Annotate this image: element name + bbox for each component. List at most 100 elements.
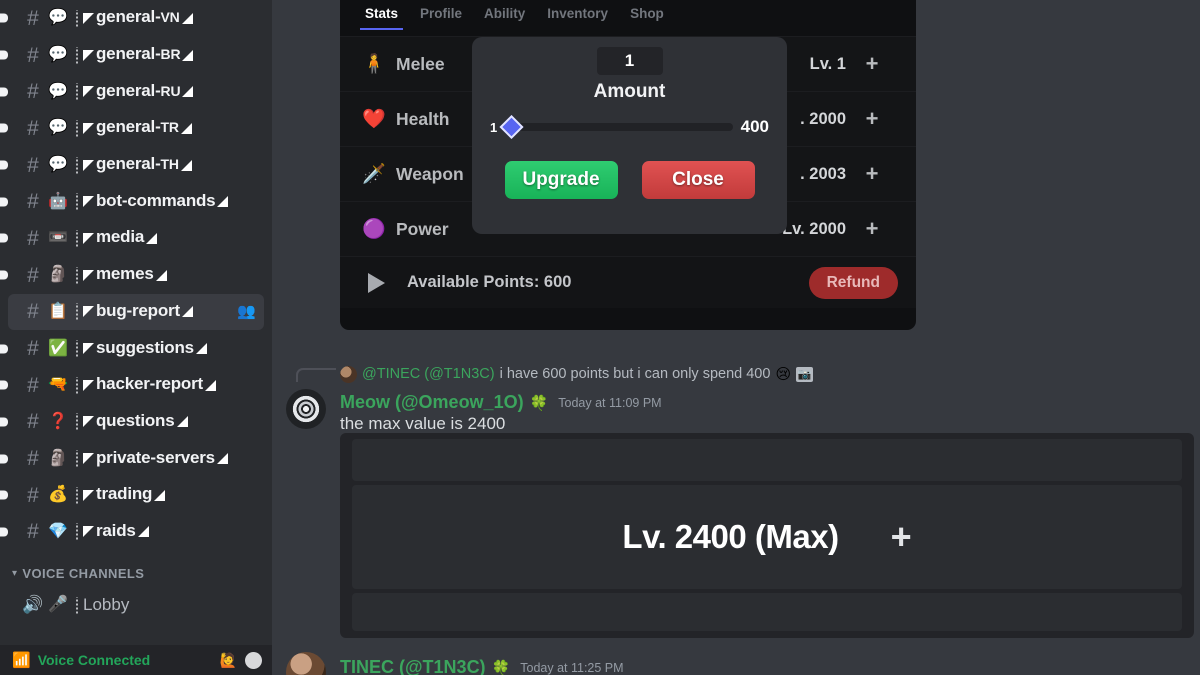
sidebar-item-label: trading: [83, 484, 166, 505]
flag-left-icon: [83, 196, 94, 208]
upgrade-button[interactable]: Upgrade: [504, 161, 618, 199]
message-body: the max value is 2400: [340, 414, 506, 433]
unread-indicator-icon: [0, 233, 8, 243]
sidebar-item-trading[interactable]: # 💰 trading: [0, 477, 272, 514]
sidebar-item-label: general-RU: [83, 81, 194, 102]
disconnect-icon[interactable]: 🙋: [220, 652, 237, 669]
game-stats-card: Stats Profile Ability Inventory Shop 🧍 Melee L…: [340, 0, 916, 330]
flag-left-icon: [83, 526, 94, 538]
sidebar-item-general-th[interactable]: # 💬 general-TH: [0, 147, 272, 184]
message-username[interactable]: Meow (@Omeow_1O): [340, 392, 524, 413]
sidebar-item-media[interactable]: # 📼 media: [0, 220, 272, 257]
user-avatar-small[interactable]: [245, 651, 262, 669]
stat-name: Weapon: [396, 163, 464, 184]
flag-right-icon: [180, 122, 192, 134]
voice-channels-header[interactable]: ▾ VOICE CHANNELS: [0, 550, 272, 587]
sidebar-item-general-ru[interactable]: # 💬 general-RU: [0, 73, 272, 110]
channel-emoji-icon: 💬: [48, 46, 68, 64]
hash-icon: #: [27, 153, 39, 177]
flag-left-icon: [83, 12, 94, 24]
close-button[interactable]: Close: [641, 161, 755, 199]
slider-max-label: 400: [740, 117, 769, 136]
dot-separator-icon: [72, 193, 81, 211]
reply-spine: [296, 368, 336, 382]
voice-channel-label: Lobby: [83, 595, 130, 615]
tab-profile[interactable]: Profile: [409, 0, 473, 30]
dot-separator-icon: [72, 9, 81, 27]
tab-ability[interactable]: Ability: [473, 0, 536, 30]
sidebar-item-hacker-report[interactable]: # 🔫 hacker-report: [0, 367, 272, 404]
sidebar-item-questions[interactable]: # ❓ questions: [0, 404, 272, 441]
hash-icon: #: [27, 6, 39, 30]
sidebar-item-memes[interactable]: # 🗿 memes: [0, 257, 272, 294]
stat-increase-button[interactable]: +: [846, 161, 898, 187]
slider-knob[interactable]: [499, 114, 524, 140]
unread-indicator-icon: [0, 13, 8, 23]
hash-icon: #: [27, 116, 39, 140]
sidebar-item-label: questions: [83, 411, 188, 432]
sidebar-item-raids[interactable]: # 💎 raids: [0, 514, 272, 551]
sidebar-item-private-servers[interactable]: # 🗿 private-servers: [0, 440, 272, 477]
voice-connected-bar: 📶 Voice Connected 🙋: [0, 645, 272, 675]
stat-level: . 2003: [800, 164, 846, 183]
sidebar-item-label: general-BR: [83, 44, 194, 65]
sidebar-item-bug-report[interactable]: # 📋 bug-report 👥: [8, 293, 264, 331]
stat-level: . 2000: [800, 109, 846, 128]
chevron-down-icon: ▾: [12, 568, 18, 580]
dot-separator-icon: [72, 596, 81, 614]
unread-indicator-icon: [0, 87, 8, 97]
flag-left-icon: [83, 453, 94, 465]
available-points-label: Available Points: 600: [407, 273, 572, 291]
tab-stats[interactable]: Stats: [354, 0, 409, 30]
channel-list: # 💬 general-VN # 💬 general-BR # 💬 general-RU # 💬 ge…: [0, 0, 272, 550]
tab-inventory[interactable]: Inventory: [536, 0, 619, 30]
voice-channel-lobby[interactable]: 🔊 🎤 Lobby: [0, 587, 272, 623]
avatar[interactable]: [286, 389, 326, 429]
dot-separator-icon: [72, 486, 81, 504]
flag-left-icon: [83, 232, 94, 244]
sidebar-item-bot-commands[interactable]: # 🤖 bot-commands: [0, 183, 272, 220]
add-members-icon[interactable]: 👥: [237, 304, 256, 319]
sidebar-item-general-vn[interactable]: # 💬 general-VN: [0, 0, 272, 37]
channel-emoji-icon: 💬: [48, 119, 68, 137]
sidebar-item-label: bot-commands: [83, 191, 229, 212]
reply-username[interactable]: @TINEC (@T1N3C): [362, 366, 495, 382]
amount-label: Amount: [593, 81, 666, 102]
hash-icon: #: [27, 263, 39, 287]
channel-emoji-icon: 🔫: [48, 376, 68, 394]
sidebar-item-label: bug-report: [83, 301, 193, 322]
refund-button[interactable]: Refund: [808, 266, 898, 299]
stat-increase-button[interactable]: +: [846, 106, 898, 132]
hash-icon: #: [27, 520, 39, 544]
flag-left-icon: [83, 86, 94, 98]
stat-increase-button[interactable]: +: [846, 51, 898, 77]
tab-shop[interactable]: Shop: [619, 0, 675, 30]
game-tab-bar: Stats Profile Ability Inventory Shop: [340, 0, 916, 36]
dot-separator-icon: [72, 413, 81, 431]
power-icon: 🟣: [362, 219, 386, 240]
hash-icon: #: [27, 410, 39, 434]
available-points-row: Available Points: 600 Refund: [340, 256, 916, 308]
modal-buttons: Upgrade Close: [504, 161, 755, 199]
sidebar-item-general-br[interactable]: # 💬 general-BR: [0, 37, 272, 74]
message-header: Meow (@Omeow_1O) 🍀 Today at 11:09 PM: [340, 392, 662, 413]
channel-emoji-icon: 📼: [48, 229, 68, 247]
sidebar-item-label: memes: [83, 264, 167, 285]
message-username[interactable]: TINEC (@T1N3C): [340, 657, 486, 675]
flag-right-icon: [216, 453, 228, 465]
amount-input[interactable]: 1: [596, 47, 663, 75]
message-image-attachment[interactable]: Lv. 2400 (Max) +: [340, 433, 1194, 638]
voice-controls[interactable]: 🙋: [220, 651, 272, 669]
message-timestamp: Today at 11:09 PM: [558, 395, 662, 410]
unread-indicator-icon: [0, 197, 8, 207]
sidebar-item-suggestions[interactable]: # ✅ suggestions: [0, 330, 272, 367]
signal-icon: 📶: [12, 652, 31, 669]
reply-preview[interactable]: @TINEC (@T1N3C) i have 600 points but i …: [340, 365, 814, 383]
slider-track[interactable]: [499, 114, 733, 140]
sidebar-item-general-tr[interactable]: # 💬 general-TR: [0, 110, 272, 147]
amount-slider[interactable]: 1 400: [472, 114, 787, 140]
sidebar-item-label: raids: [83, 521, 149, 542]
stat-increase-button[interactable]: +: [846, 216, 898, 242]
avatar[interactable]: [286, 652, 326, 675]
dot-separator-icon: [72, 523, 81, 541]
